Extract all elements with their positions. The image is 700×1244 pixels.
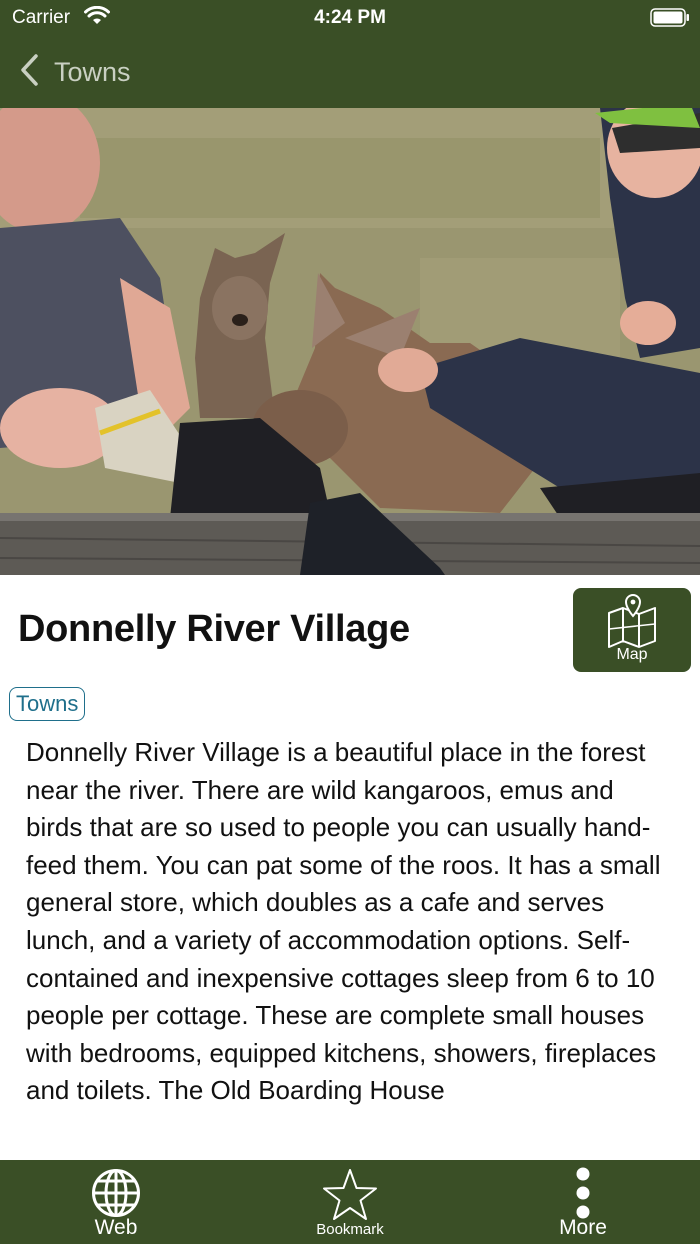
tab-bookmark-label: Bookmark [316,1221,384,1238]
tab-more-label: More [559,1216,607,1239]
back-button[interactable]: Towns [18,53,131,92]
navigation-bar: Towns [0,36,700,108]
tab-more[interactable]: More [533,1160,633,1244]
tab-bookmark[interactable]: Bookmark [290,1160,410,1244]
map-button[interactable]: Map [573,588,691,672]
tab-bar: Web Bookmark More [0,1160,700,1244]
status-time: 4:24 PM [314,7,386,28]
place-description: Donnelly River Village is a beautiful pl… [26,737,661,1106]
back-button-label: Towns [54,56,131,87]
page-title: Donnelly River Village [18,608,410,650]
chevron-left-icon [18,53,40,92]
tab-web[interactable]: Web [66,1160,166,1244]
tab-web-label: Web [94,1216,138,1239]
hero-photo [0,108,700,575]
map-button-label: Map [616,646,648,663]
status-bar: Carrier 4:24 PM [0,0,700,36]
category-tag[interactable]: Towns [9,687,86,721]
